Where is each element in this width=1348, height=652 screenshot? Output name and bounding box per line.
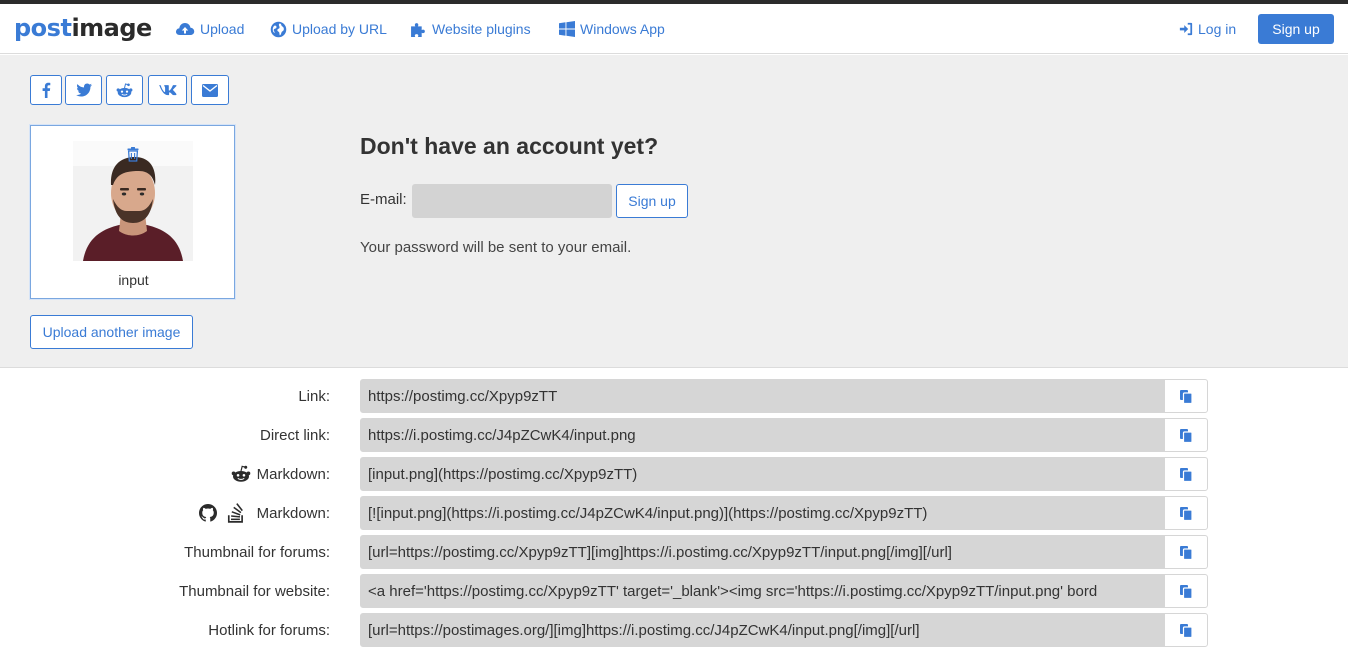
thumbnail-forums-field[interactable]: [url=https://postimg.cc/Xpyp9zTT][img]ht… <box>360 535 1165 569</box>
puzzle-icon <box>411 22 425 37</box>
link-field[interactable]: https://postimg.cc/Xpyp9zTT <box>360 379 1165 413</box>
thumbnail-website-row: Thumbnail for website: <a href='https://… <box>0 574 1348 608</box>
copy-icon <box>1180 428 1193 443</box>
copy-thumbnail-website-button[interactable] <box>1164 574 1208 608</box>
reddit-icon <box>116 82 133 97</box>
cloud-upload-icon <box>175 23 195 35</box>
thumbnail-website-field[interactable]: <a href='https://postimg.cc/Xpyp9zTT' ta… <box>360 574 1165 608</box>
hotlink-forums-row: Hotlink for forums: [url=https://postima… <box>0 613 1348 647</box>
thumbnail-forums-label: Thumbnail for forums: <box>184 543 330 561</box>
nav-login[interactable]: Log in <box>1179 18 1236 40</box>
github-markdown-row: Markdown: [![input.png](https://i.postim… <box>0 496 1348 530</box>
thumbnail-website-label: Thumbnail for website: <box>179 582 330 600</box>
thumbnail-forums-row: Thumbnail for forums: [url=https://posti… <box>0 535 1348 569</box>
reddit-icon <box>231 465 250 482</box>
windows-icon <box>559 21 575 37</box>
reddit-markdown-field[interactable]: [input.png](https://postimg.cc/Xpyp9zTT) <box>360 457 1165 491</box>
sign-in-icon <box>1179 22 1193 36</box>
vk-icon <box>158 84 176 95</box>
copy-hotlink-forums-button[interactable] <box>1164 613 1208 647</box>
share-email-button[interactable] <box>191 75 229 105</box>
email-field[interactable] <box>412 184 612 218</box>
email-label: E-mail: <box>360 191 407 208</box>
copy-icon <box>1180 623 1193 638</box>
github-markdown-label: Markdown: <box>198 496 330 530</box>
copy-link-button[interactable] <box>1164 379 1208 413</box>
share-vk-button[interactable] <box>148 75 187 105</box>
copy-icon <box>1180 506 1193 521</box>
reddit-markdown-label: Markdown: <box>231 457 330 491</box>
upload-summary-panel: input Upload another image Don't have an… <box>0 55 1348 368</box>
copy-direct-link-button[interactable] <box>1164 418 1208 452</box>
nav-upload[interactable]: Upload <box>175 18 244 40</box>
password-note: Your password will be sent to your email… <box>360 239 632 256</box>
delete-image-button[interactable] <box>125 146 141 162</box>
upload-another-image-button[interactable]: Upload another image <box>30 315 193 349</box>
direct-link-field[interactable]: https://i.postimg.cc/J4pZCwK4/input.png <box>360 418 1165 452</box>
link-row: Link: https://postimg.cc/Xpyp9zTT <box>0 379 1348 413</box>
copy-reddit-markdown-button[interactable] <box>1164 457 1208 491</box>
signup-button-top[interactable]: Sign up <box>1258 14 1334 44</box>
facebook-icon <box>42 82 51 98</box>
image-filename-label: input <box>118 272 149 288</box>
copy-thumbnail-forums-button[interactable] <box>1164 535 1208 569</box>
copy-github-markdown-button[interactable] <box>1164 496 1208 530</box>
copy-icon <box>1180 545 1193 560</box>
signup-button[interactable]: Sign up <box>616 184 688 218</box>
postimage-logo[interactable]: postimage <box>14 14 152 42</box>
share-reddit-button[interactable] <box>106 75 143 105</box>
envelope-icon <box>202 83 218 97</box>
link-label: Link: <box>298 387 330 405</box>
twitter-icon <box>75 83 92 97</box>
trash-icon <box>127 147 139 162</box>
stack-overflow-icon <box>227 503 243 523</box>
nav-windows-app[interactable]: Windows App <box>559 18 665 40</box>
share-facebook-button[interactable] <box>30 75 62 105</box>
account-prompt-title: Don't have an account yet? <box>360 133 659 159</box>
direct-link-label: Direct link: <box>259 426 330 444</box>
reddit-markdown-row: Markdown: [input.png](https://postimg.cc… <box>0 457 1348 491</box>
copy-icon <box>1180 467 1193 482</box>
navbar: postimage Upload Upload by URL Website p… <box>0 4 1348 54</box>
hotlink-forums-field[interactable]: [url=https://postimages.org/][img]https:… <box>360 613 1165 647</box>
copy-icon <box>1180 389 1193 404</box>
share-twitter-button[interactable] <box>65 75 102 105</box>
github-icon <box>198 504 217 522</box>
nav-upload-by-url[interactable]: Upload by URL <box>270 18 387 40</box>
uploaded-image-card[interactable]: input <box>30 125 235 299</box>
globe-icon <box>270 21 287 37</box>
copy-icon <box>1180 584 1193 599</box>
github-markdown-field[interactable]: [![input.png](https://i.postimg.cc/J4pZC… <box>360 496 1165 530</box>
hotlink-forums-label: Hotlink for forums: <box>208 621 330 639</box>
direct-link-row: Direct link: https://i.postimg.cc/J4pZCw… <box>0 418 1348 452</box>
nav-website-plugins[interactable]: Website plugins <box>410 18 531 40</box>
